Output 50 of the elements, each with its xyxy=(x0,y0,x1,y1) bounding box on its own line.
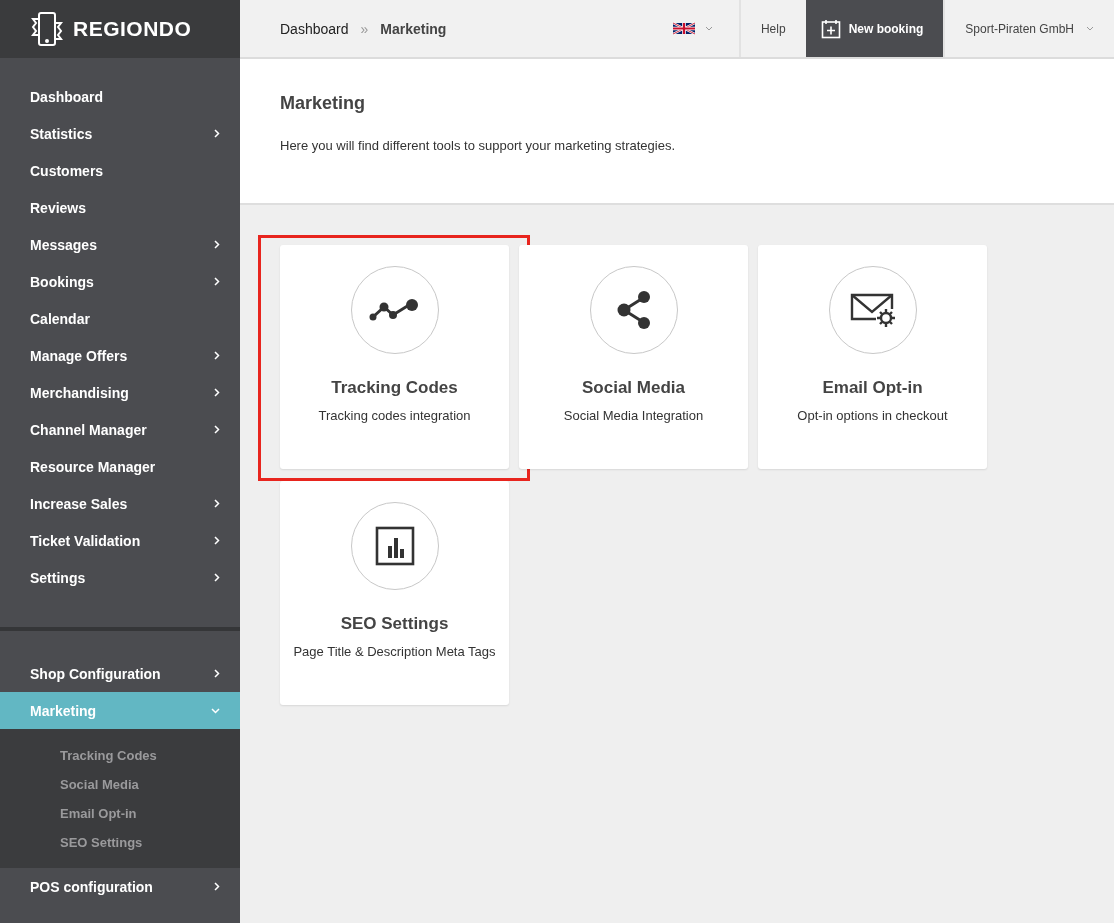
sidebar-item[interactable]: Reviews xyxy=(0,189,240,226)
sidebar-item[interactable]: Calendar xyxy=(0,300,240,337)
sidebar-item[interactable]: POS configuration xyxy=(0,868,240,905)
submenu-item[interactable]: SEO Settings xyxy=(60,828,240,857)
card-subtitle: Page Title & Description Meta Tags xyxy=(293,644,496,659)
sidebar-item[interactable]: Bookings xyxy=(0,263,240,300)
tool-card[interactable]: Social Media Social Media Integration xyxy=(519,245,748,469)
sidebar-item[interactable]: Statistics xyxy=(0,115,240,152)
sidebar-item[interactable]: Settings xyxy=(0,559,240,596)
breadcrumb-link[interactable]: Marketing xyxy=(380,20,447,37)
calendar-plus-icon xyxy=(820,18,841,39)
phone-logo-icon xyxy=(29,11,65,47)
card-title: SEO Settings xyxy=(340,614,449,634)
tool-card[interactable]: Email Opt-in Opt-in options in checkout xyxy=(758,245,987,469)
sidebar-item[interactable]: Messages xyxy=(0,226,240,263)
sidebar-item[interactable]: Manage Offers xyxy=(0,337,240,374)
share-icon xyxy=(615,290,652,330)
flag-icon xyxy=(672,22,695,35)
page-description: Here you will find different tools to support your marketing strategies. xyxy=(280,138,676,153)
sidebar-item[interactable]: Shop Configuration xyxy=(0,655,240,692)
breadcrumb-link[interactable]: Dashboard xyxy=(280,20,349,37)
account-selector[interactable]: Sport-Piraten GmbH xyxy=(943,0,1114,57)
card-subtitle: Tracking codes integration xyxy=(318,408,471,423)
sidebar-item[interactable]: Customers xyxy=(0,152,240,189)
card-title: Tracking Codes xyxy=(331,378,458,398)
submenu-item[interactable]: Tracking Codes xyxy=(60,741,240,770)
tool-card[interactable]: SEO Settings Page Title & Description Meta Tags xyxy=(280,481,509,705)
breadcrumb-separator: » xyxy=(360,20,369,37)
chevron-down-icon xyxy=(1086,26,1094,31)
card-title: Email Opt-in xyxy=(822,378,923,398)
brand-name: REGIONDO xyxy=(73,17,192,41)
sidebar-item[interactable]: Dashboard xyxy=(0,78,240,115)
help-button[interactable]: Help xyxy=(740,0,806,57)
new-booking-button[interactable]: New booking xyxy=(805,0,944,57)
line-chart-icon xyxy=(368,299,421,321)
card-title: Social Media xyxy=(582,378,685,398)
sidebar-item[interactable]: Resource Manager xyxy=(0,448,240,485)
sidebar-item[interactable]: Increase Sales xyxy=(0,485,240,522)
submenu-item[interactable]: Email Opt-in xyxy=(60,799,240,828)
bar-chart-icon xyxy=(374,526,415,566)
card-subtitle: Social Media Integration xyxy=(563,408,704,423)
chevron-down-icon xyxy=(704,26,713,31)
card-subtitle: Opt-in options in checkout xyxy=(797,408,948,423)
page-title: Marketing xyxy=(280,93,367,114)
sidebar-item[interactable]: Merchandising xyxy=(0,374,240,411)
envelope-gear-icon xyxy=(849,293,896,327)
submenu-item[interactable]: Social Media xyxy=(60,770,240,799)
sidebar-item[interactable]: Channel Manager xyxy=(0,411,240,448)
sidebar-item[interactable]: Ticket Validation xyxy=(0,522,240,559)
tool-card[interactable]: Tracking Codes Tracking codes integration xyxy=(280,245,509,469)
